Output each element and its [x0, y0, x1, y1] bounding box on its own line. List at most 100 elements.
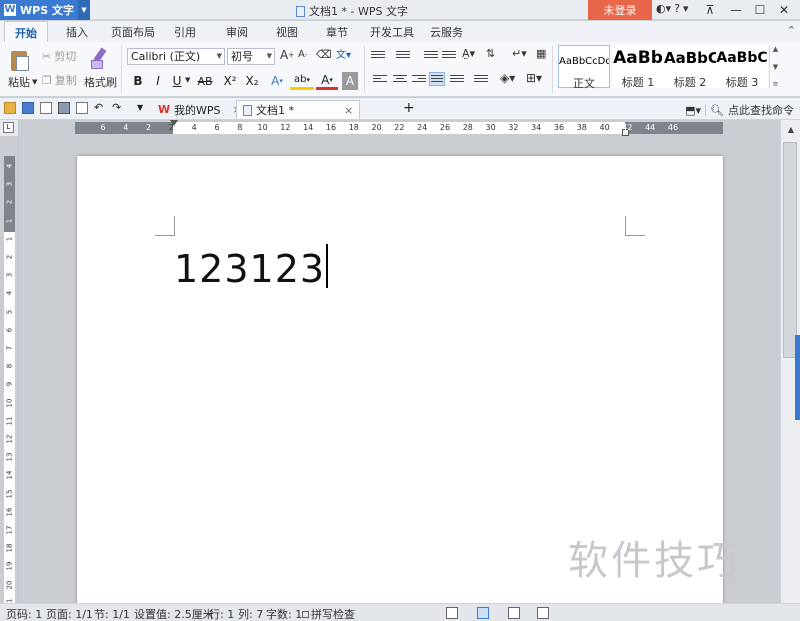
print-icon[interactable] — [58, 102, 70, 114]
chevron-down-icon[interactable]: ▼ — [78, 0, 90, 20]
print-preview-icon[interactable] — [76, 102, 88, 114]
horizontal-ruler[interactable]: 6 4 2 2 4 6 8 10 12 14 16 18 20 22 24 26 28 30 32 34 36 38 40 4… — [19, 120, 780, 136]
distribute-icon[interactable] — [450, 75, 464, 87]
fullscreen-icon[interactable] — [446, 607, 458, 619]
char-shading-button[interactable]: A — [342, 72, 358, 90]
open-folder-icon[interactable] — [4, 102, 16, 114]
redo-icon[interactable]: ↷ — [112, 101, 124, 114]
maximize-icon[interactable]: ☐ — [748, 0, 772, 20]
customize-qa-icon[interactable]: ▼ — [137, 103, 149, 115]
share-icon[interactable]: ⊼ — [698, 0, 722, 20]
web-view-icon[interactable] — [537, 607, 549, 619]
italic-button[interactable]: I — [151, 72, 165, 90]
chevron-down-icon[interactable]: ▼ — [773, 63, 778, 71]
numbered-list-icon[interactable] — [396, 51, 410, 63]
styles-scroll[interactable]: ▲ ▼ ≡ — [769, 45, 781, 88]
align-center-icon[interactable] — [393, 75, 407, 87]
chevron-down-icon[interactable]: ▾ — [683, 2, 689, 15]
ribbon-collapse-icon[interactable]: ⌃ — [787, 24, 796, 37]
outline-view-icon[interactable] — [508, 607, 520, 619]
export-pdf-icon[interactable] — [40, 102, 52, 114]
decrease-indent-icon[interactable] — [424, 51, 438, 63]
superscript-button[interactable]: X² — [220, 72, 240, 90]
page-view-icon[interactable] — [477, 607, 489, 619]
status-page[interactable]: 页面: 1/1 — [46, 606, 93, 621]
status-spell-check[interactable]: 拼写检查 — [302, 606, 355, 621]
paste-button[interactable]: 粘贴 ▼ — [8, 74, 37, 90]
tab-my-wps[interactable]: W 我的WPS × — [152, 100, 248, 119]
chinese-layout-icon[interactable]: A̤▾ — [462, 47, 475, 60]
format-painter-button[interactable]: 格式刷 — [84, 74, 117, 90]
tab-insert[interactable]: 插入 — [66, 24, 88, 40]
chevron-down-icon[interactable]: ▼ — [185, 76, 190, 84]
style-heading-1[interactable]: AaBb 标题 1 — [612, 45, 664, 89]
status-row[interactable]: 行: 1 — [209, 606, 234, 621]
table-grid-icon[interactable]: ▦ — [536, 47, 546, 60]
chevron-up-icon[interactable]: ▲ — [773, 45, 778, 53]
align-right-icon[interactable] — [412, 75, 426, 87]
format-painter-icon[interactable] — [88, 47, 110, 72]
show-marks-icon[interactable]: ↵▾ — [512, 47, 527, 60]
app-menu-button[interactable]: W WPS 文字 ▼ — [0, 0, 90, 20]
style-heading-3[interactable]: AaBbC 标题 3 — [716, 45, 768, 89]
tab-chapter[interactable]: 章节 — [326, 24, 348, 40]
align-left-icon[interactable] — [373, 75, 387, 87]
shading-icon[interactable]: ◈▾ — [500, 71, 515, 85]
highlight-button[interactable]: ab ▾ — [290, 72, 314, 90]
strikethrough-button[interactable]: AB — [194, 72, 216, 90]
minimize-icon[interactable]: — — [724, 0, 748, 20]
font-color-button[interactable]: A ▾ — [316, 72, 338, 90]
border-icon[interactable]: ⊞▾ — [526, 71, 542, 85]
tasks-icon[interactable]: ⬒▾ — [685, 104, 701, 117]
tab-developer[interactable]: 开发工具 — [370, 24, 414, 40]
font-size-select[interactable]: 初号 ▼ — [227, 48, 275, 65]
tab-home[interactable]: 开始 — [4, 21, 48, 43]
sort-icon[interactable]: ⇅ — [486, 47, 495, 60]
chevron-up-icon[interactable]: ▲ — [785, 124, 797, 136]
vertical-ruler[interactable]: 4321123456789101112131415161718192021 — [0, 136, 19, 607]
clear-format-button[interactable]: ⌫ — [316, 48, 332, 61]
status-setting-value[interactable]: 设置值: 2.5厘米 — [134, 606, 214, 621]
document-text[interactable]: 123123 — [174, 244, 329, 291]
tab-page-layout[interactable]: 页面布局 — [111, 24, 155, 40]
line-spacing-icon[interactable] — [474, 75, 488, 87]
tab-references[interactable]: 引用 — [174, 24, 196, 40]
help-icon[interactable]: ? — [674, 2, 680, 15]
underline-button[interactable]: U — [170, 72, 184, 90]
bullet-list-icon[interactable] — [371, 51, 385, 63]
login-button[interactable]: 未登录 — [588, 0, 652, 20]
grow-font-button[interactable]: A + — [280, 48, 294, 62]
status-column[interactable]: 列: 7 — [238, 606, 263, 621]
status-section[interactable]: 节: 1/1 — [94, 606, 130, 621]
bold-button[interactable]: B — [131, 72, 145, 90]
undo-icon[interactable]: ↶ — [94, 101, 106, 114]
save-icon[interactable] — [22, 102, 34, 114]
shrink-font-button[interactable]: A- — [298, 49, 307, 60]
copy-button[interactable]: ❐ 复制 — [42, 72, 77, 88]
command-search[interactable]: ⬒▾ 🔍︎ 点此查找命令 — [685, 102, 794, 118]
increase-indent-icon[interactable] — [442, 51, 456, 63]
style-normal[interactable]: AaBbCcDd 正文 — [558, 45, 610, 90]
skin-icon[interactable]: ◐▾ — [656, 2, 671, 15]
close-icon[interactable]: × — [344, 104, 353, 117]
expand-styles-icon[interactable]: ≡ — [773, 80, 779, 88]
side-panel-toggle[interactable] — [795, 335, 800, 420]
style-heading-2[interactable]: AaBbC 标题 2 — [664, 45, 716, 89]
subscript-button[interactable]: X₂ — [242, 72, 262, 90]
paste-icon[interactable] — [9, 48, 31, 72]
close-icon[interactable]: ✕ — [772, 0, 796, 20]
scrollbar-thumb[interactable] — [783, 142, 797, 358]
tab-view[interactable]: 视图 — [276, 24, 298, 40]
font-name-select[interactable]: Calibri (正文) ▼ — [127, 48, 225, 65]
new-tab-button[interactable]: + — [403, 100, 415, 116]
tab-document-1[interactable]: 文档1 * × — [236, 100, 361, 119]
text-effect-button[interactable]: A ▾ — [266, 72, 288, 90]
cut-button[interactable]: ✂ 剪切 — [42, 48, 76, 64]
status-word-count[interactable]: 字数: 1 — [266, 606, 302, 621]
phonetic-guide-button[interactable]: 文▾ — [336, 46, 351, 61]
tab-stop-selector[interactable]: L — [0, 120, 19, 136]
status-page-code[interactable]: 页码: 1 — [6, 606, 42, 621]
justify-icon[interactable] — [429, 72, 445, 86]
tab-cloud-service[interactable]: 云服务 — [430, 24, 463, 40]
tab-review[interactable]: 审阅 — [226, 24, 248, 40]
